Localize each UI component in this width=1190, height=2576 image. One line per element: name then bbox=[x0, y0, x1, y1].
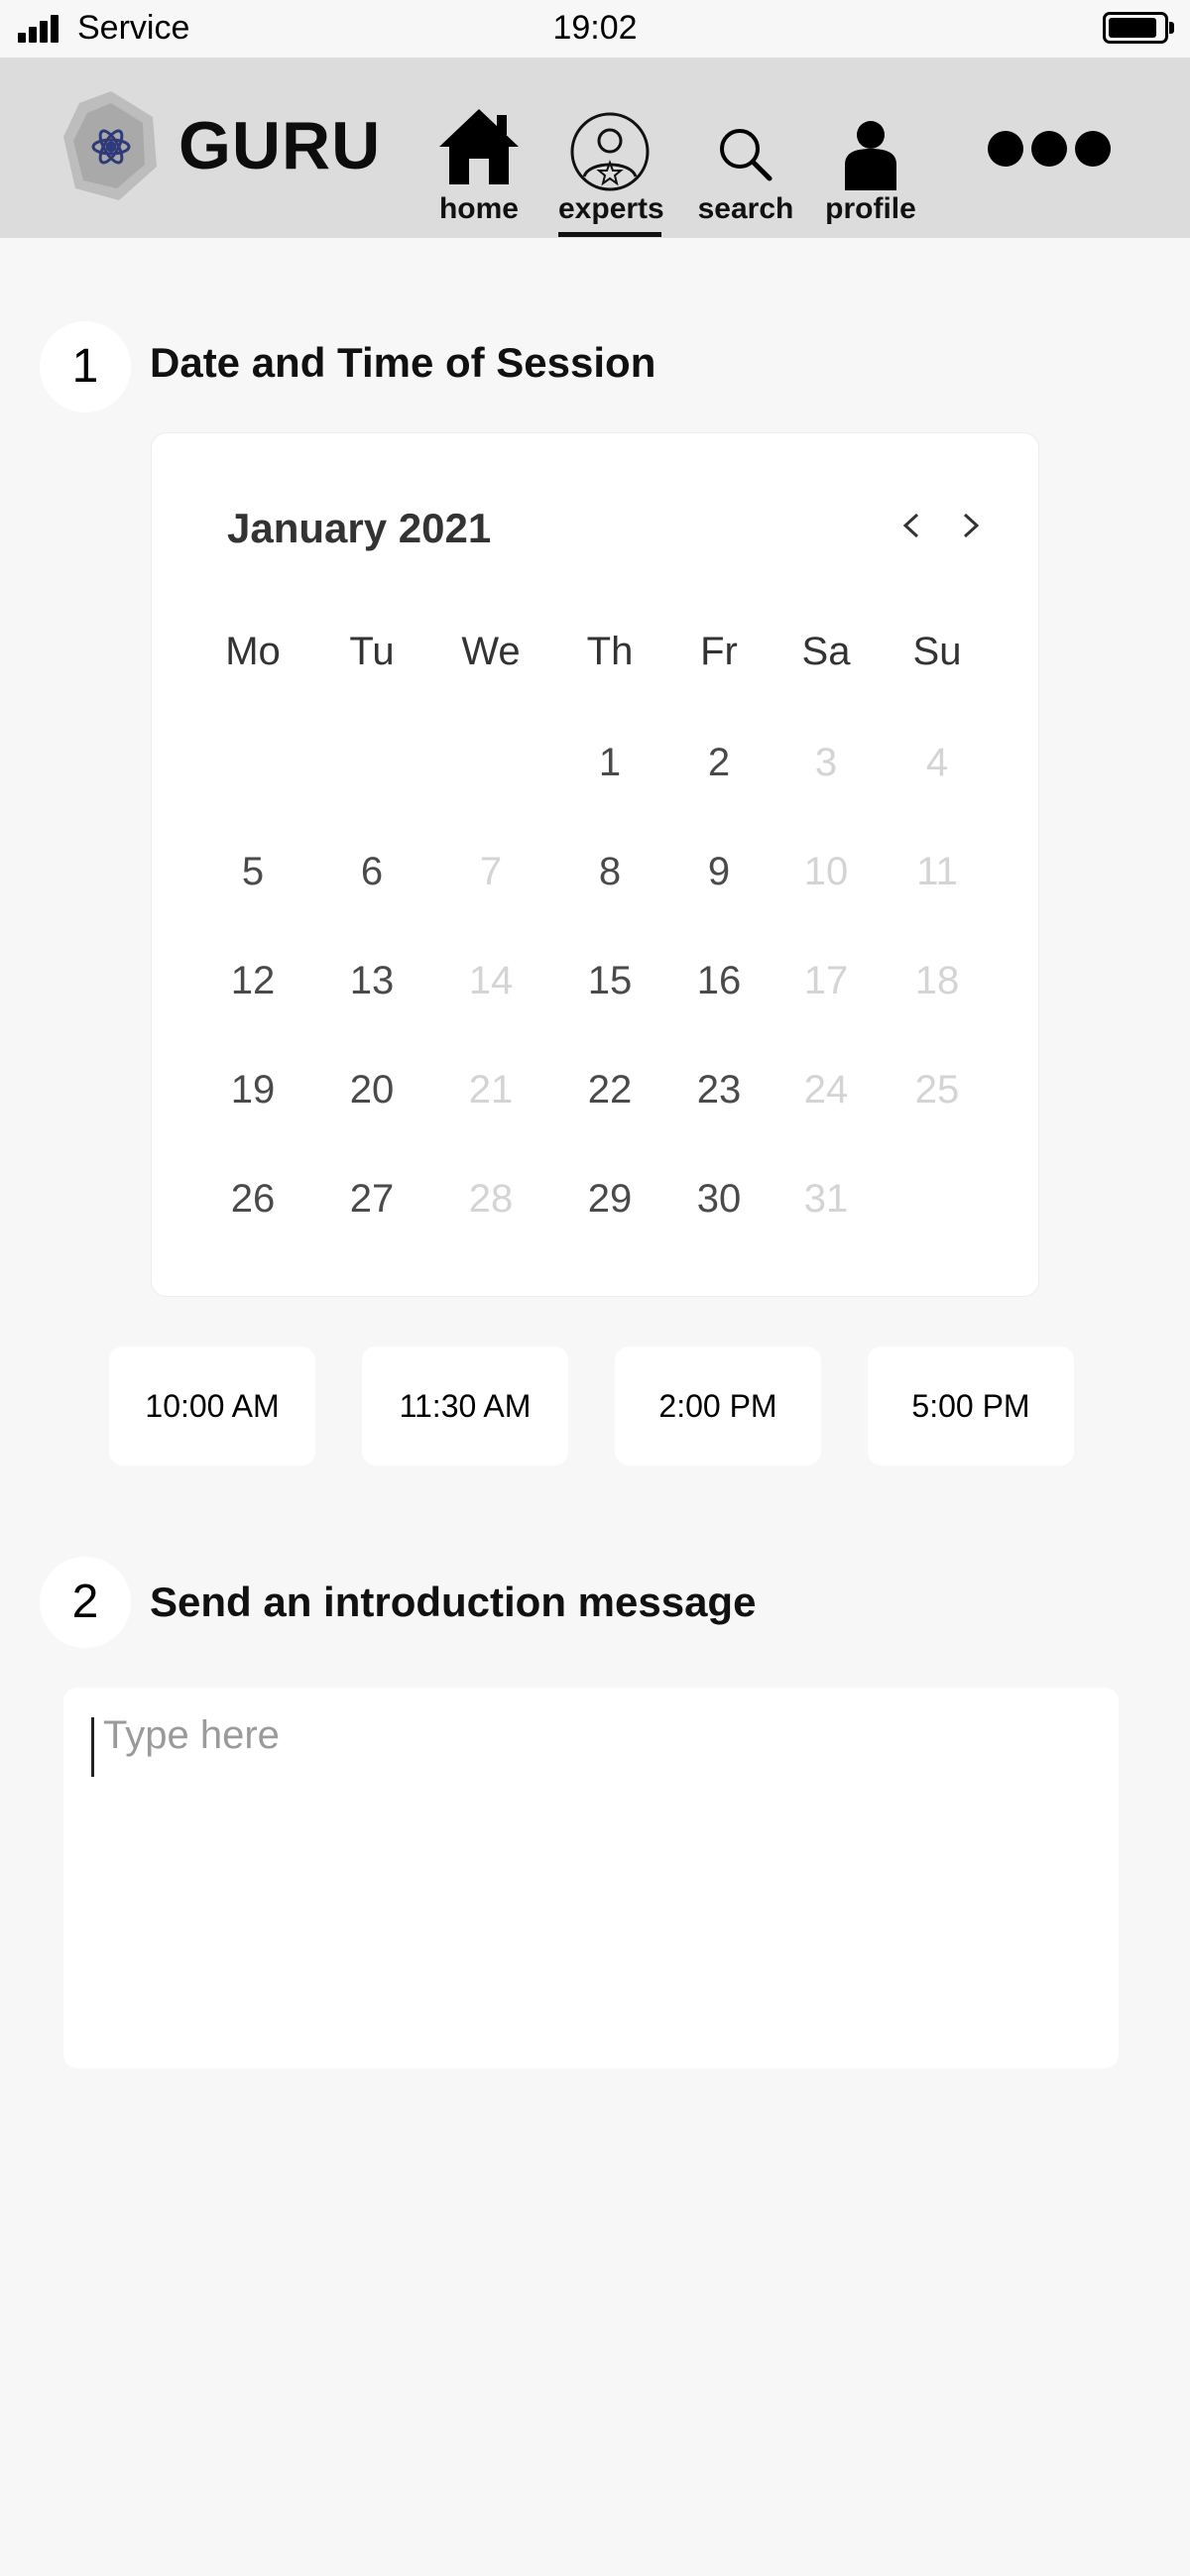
weekday-label: Th bbox=[586, 630, 634, 673]
prev-month-chevron-icon[interactable] bbox=[892, 501, 931, 550]
weekday-label: Su bbox=[912, 630, 962, 673]
calendar-day: 4 bbox=[925, 741, 949, 784]
next-month-chevron-icon[interactable] bbox=[951, 501, 991, 550]
weekday-label: We bbox=[461, 630, 521, 673]
calendar-day: 11 bbox=[916, 850, 958, 893]
brand-name: GURU bbox=[178, 108, 382, 183]
calendar-day: 21 bbox=[468, 1068, 514, 1112]
calendar-day[interactable]: 30 bbox=[664, 1177, 774, 1222]
step-2-badge: 2 bbox=[40, 1557, 131, 1648]
status-time: 19:02 bbox=[552, 9, 638, 47]
weekday-label: Fr bbox=[700, 630, 738, 673]
weekday-label: Tu bbox=[349, 630, 395, 673]
calendar-day: 14 bbox=[468, 959, 514, 1002]
top-nav-bar: GURU home experts search profile bbox=[0, 58, 1190, 238]
calendar-day[interactable]: 9 bbox=[664, 850, 774, 894]
calendar-day: 10 bbox=[803, 850, 849, 893]
calendar-day[interactable]: 26 bbox=[198, 1177, 307, 1222]
calendar-day[interactable]: 15 bbox=[555, 959, 664, 1003]
calendar-day[interactable]: 27 bbox=[317, 1177, 426, 1222]
calendar-day[interactable]: 20 bbox=[317, 1068, 426, 1112]
calendar-day[interactable]: 16 bbox=[664, 959, 774, 1003]
nav-home-label: home bbox=[438, 192, 519, 225]
battery-icon bbox=[1103, 12, 1174, 44]
date-picker: January 2021 Mo Tu We Th Fr Sa Su 1 2 3 4 5 6 7 8 9 10 1… bbox=[151, 432, 1039, 1297]
calendar-day[interactable]: 1 bbox=[555, 741, 664, 785]
calendar-day: 3 bbox=[814, 741, 838, 784]
nav-home[interactable]: home bbox=[432, 58, 526, 238]
time-slot-button[interactable]: 2:00 PM bbox=[615, 1347, 821, 1465]
calendar-day: 17 bbox=[803, 959, 849, 1002]
calendar-day[interactable]: 22 bbox=[555, 1068, 664, 1112]
home-icon bbox=[437, 107, 521, 191]
calendar-day: 24 bbox=[803, 1068, 849, 1112]
text-caret bbox=[91, 1717, 94, 1777]
guru-logo-icon[interactable] bbox=[61, 89, 161, 204]
calendar-day[interactable]: 23 bbox=[664, 1068, 774, 1112]
calendar-day[interactable]: 19 bbox=[198, 1068, 307, 1112]
step-1-badge: 1 bbox=[40, 321, 131, 412]
active-tab-indicator bbox=[558, 232, 661, 237]
time-slot-button[interactable]: 11:30 AM bbox=[362, 1347, 568, 1465]
nav-experts[interactable]: experts bbox=[558, 58, 664, 238]
calendar-day[interactable]: 12 bbox=[198, 959, 307, 1003]
calendar-day[interactable]: 13 bbox=[317, 959, 426, 1003]
nav-profile-label: profile bbox=[825, 192, 916, 225]
step-1-title: Date and Time of Session bbox=[150, 339, 656, 386]
nav-profile[interactable]: profile bbox=[823, 58, 918, 238]
calendar-day[interactable]: 8 bbox=[555, 850, 664, 894]
time-slot-button[interactable]: 10:00 AM bbox=[109, 1347, 315, 1465]
status-bar: Service 19:02 bbox=[0, 0, 1190, 58]
calendar-day[interactable]: 6 bbox=[317, 850, 426, 894]
calendar-day[interactable]: 29 bbox=[555, 1177, 664, 1222]
search-icon bbox=[718, 127, 774, 187]
step-2-title: Send an introduction message bbox=[150, 1579, 757, 1625]
profile-icon bbox=[843, 119, 898, 195]
calendar-day: 7 bbox=[479, 850, 503, 893]
intro-message-box[interactable] bbox=[63, 1688, 1119, 2068]
nav-search-label: search bbox=[697, 192, 794, 225]
calendar-day[interactable]: 5 bbox=[198, 850, 307, 894]
calendar-day: 25 bbox=[914, 1068, 960, 1112]
weekday-label: Mo bbox=[225, 630, 281, 673]
nav-experts-label: experts bbox=[558, 192, 664, 225]
time-slot-button[interactable]: 5:00 PM bbox=[868, 1347, 1074, 1465]
calendar-day[interactable]: 2 bbox=[664, 741, 774, 785]
nav-search[interactable]: search bbox=[694, 58, 797, 238]
intro-message-input[interactable] bbox=[103, 1713, 1095, 2050]
calendar-day: 31 bbox=[803, 1177, 849, 1221]
calendar-day: 28 bbox=[468, 1177, 514, 1221]
more-dots-icon[interactable] bbox=[988, 131, 1111, 171]
weekday-label: Sa bbox=[801, 630, 851, 673]
calendar-month-label: January 2021 bbox=[227, 505, 492, 551]
calendar-day: 18 bbox=[914, 959, 960, 1002]
expert-avatar-icon bbox=[569, 111, 651, 197]
